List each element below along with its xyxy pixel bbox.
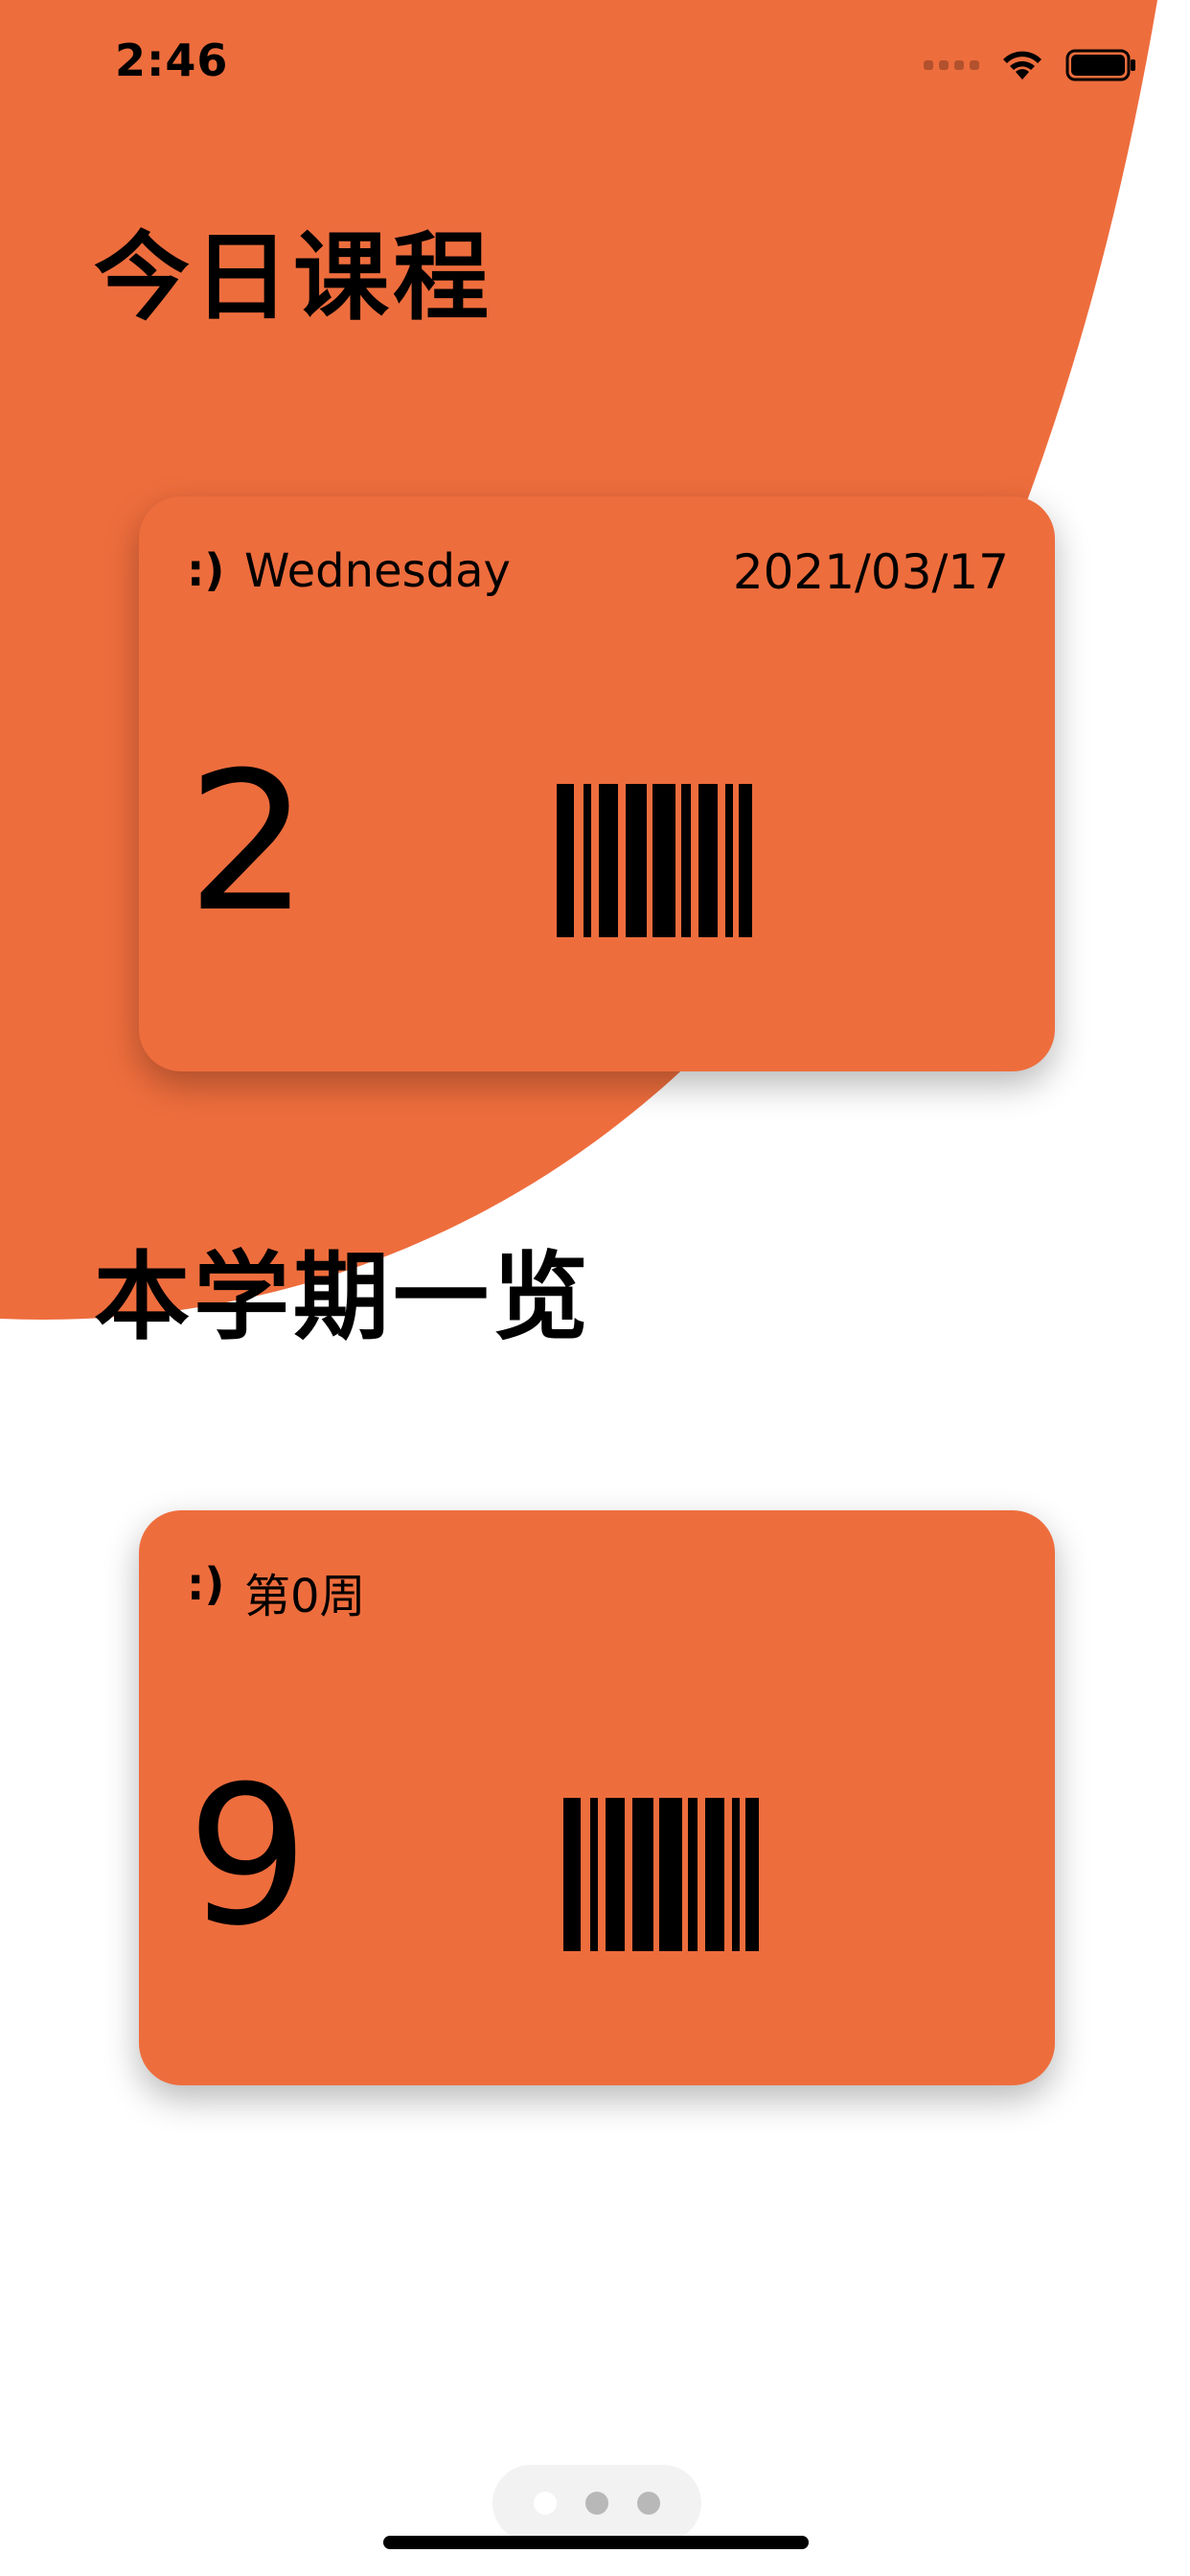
term-course-count: 9 — [187, 1745, 309, 1968]
battery-icon — [1065, 49, 1135, 81]
term-section-title: 本学期一览 — [94, 1241, 592, 1353]
card-date: 2021/03/17 — [732, 544, 1009, 600]
card-smile: :) — [187, 544, 225, 596]
term-overview-card[interactable]: :) 第0周 9 — [139, 1510, 1055, 2085]
page-dot-2[interactable] — [585, 2492, 608, 2515]
signal-icon — [924, 60, 979, 70]
home-indicator[interactable] — [383, 2536, 809, 2549]
status-icons — [924, 48, 1138, 82]
status-bar: 2:46 — [0, 0, 1190, 126]
barcode-icon — [557, 784, 752, 937]
barcode-icon — [563, 1798, 759, 1951]
today-course-count: 2 — [187, 731, 309, 954]
page-indicator[interactable] — [492, 2465, 701, 2542]
page-dot-1[interactable] — [534, 2492, 557, 2515]
today-course-card[interactable]: :) Wednesday 2021/03/17 2 — [139, 496, 1055, 1071]
card-weekday: Wednesday — [244, 544, 511, 598]
card-week: 第0周 — [244, 1570, 366, 1623]
page-dot-3[interactable] — [637, 2492, 660, 2515]
today-section-title: 今日课程 — [94, 221, 492, 334]
card-smile: :) — [187, 1558, 225, 1610]
wifi-icon — [1003, 51, 1041, 80]
status-time: 2:46 — [115, 34, 229, 86]
